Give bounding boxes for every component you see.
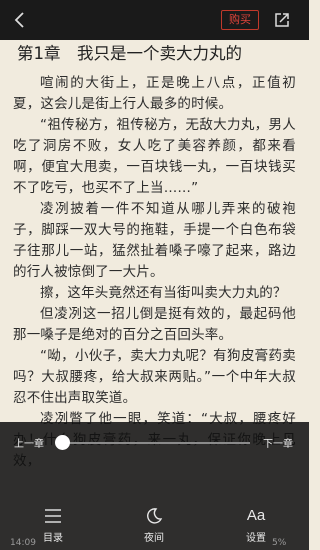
prev-chapter-button[interactable]: 上一章 <box>14 435 44 450</box>
status-bar: 14:09 5% <box>0 538 309 550</box>
paragraph: “呦，小伙子，卖大力丸呢？有狗皮膏药卖吗？大叔腰疼，给大叔来两贴。”一个中年大叔… <box>13 348 296 406</box>
share-button[interactable] <box>270 8 294 32</box>
slider-knob[interactable] <box>55 435 70 450</box>
chapter-progress-slider[interactable] <box>62 442 250 444</box>
back-button[interactable] <box>8 8 32 32</box>
paragraph: “祖传秘方，祖传秘方，无敌大力丸，男人吃了洞房不败，女人吃了美容养颜，都来看啊，… <box>13 117 296 196</box>
chapter-title: 第1章 我只是一个卖大力丸的 <box>17 44 242 63</box>
share-icon <box>275 13 289 27</box>
paragraph: 擦，这年头竟然还有当街叫卖大力丸的？ <box>40 285 287 301</box>
font-settings-icon: Aa <box>246 507 266 524</box>
menu-list-icon <box>42 506 64 525</box>
paragraph: 喧闹的大街上，正是晚上八点，正值初夏，这会儿是街上行人最多的时候。 <box>13 75 296 112</box>
buy-button[interactable]: 购买 <box>221 10 259 30</box>
chapter-progress-row: 上一章 下一章 <box>0 428 309 458</box>
chevron-left-icon <box>14 12 24 28</box>
paragraph: 凌冽披着一件不知道从哪儿弄来的破袍子，脚踩一双大号的拖鞋，手提一个白色布袋子往那… <box>13 201 296 280</box>
moon-icon <box>143 506 165 525</box>
reading-content[interactable]: 第1章 我只是一个卖大力丸的 喧闹的大街上，正是晚上八点，正值初夏，这会儿是街上… <box>0 40 309 470</box>
top-bar: 购买 <box>0 0 309 40</box>
battery-level: 5% <box>272 538 287 548</box>
paragraph: 但凌冽这一招儿倒是挺有效的，最起码他那一嗓子是绝对的百分之百回头率。 <box>13 306 296 343</box>
next-chapter-button[interactable]: 下一章 <box>263 435 293 450</box>
clock: 14:09 <box>10 538 36 548</box>
